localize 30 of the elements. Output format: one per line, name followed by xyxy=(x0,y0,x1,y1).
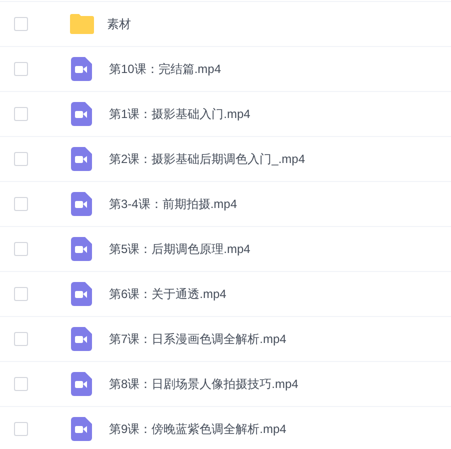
checkbox[interactable] xyxy=(14,62,28,76)
video-file-icon xyxy=(71,282,92,306)
video-file-icon xyxy=(71,57,92,81)
checkbox[interactable] xyxy=(14,17,28,31)
video-file-icon xyxy=(71,192,92,216)
file-name[interactable]: 第5课：后期调色原理.mp4 xyxy=(109,240,250,258)
checkbox[interactable] xyxy=(14,287,28,301)
video-file-icon xyxy=(71,417,92,441)
video-file-icon xyxy=(71,102,92,126)
folder-icon xyxy=(69,13,95,35)
file-name[interactable]: 第9课：傍晚蓝紫色调全解析.mp4 xyxy=(109,420,286,438)
video-file-icon xyxy=(71,147,92,171)
checkbox[interactable] xyxy=(14,242,28,256)
file-name[interactable]: 第6课：关于通透.mp4 xyxy=(109,285,226,303)
file-name[interactable]: 第2课：摄影基础后期调色入门_.mp4 xyxy=(109,150,306,168)
file-name[interactable]: 第1课：摄影基础入门.mp4 xyxy=(109,105,250,123)
file-name[interactable]: 第3-4课：前期拍摄.mp4 xyxy=(109,195,238,213)
checkbox[interactable] xyxy=(14,197,28,211)
file-name[interactable]: 第8课：日剧场景人像拍摄技巧.mp4 xyxy=(109,375,298,393)
video-file-icon xyxy=(71,237,92,261)
video-file-icon xyxy=(71,327,92,351)
checkbox[interactable] xyxy=(14,152,28,166)
file-name[interactable]: 素材 xyxy=(107,15,131,33)
file-name[interactable]: 第7课：日系漫画色调全解析.mp4 xyxy=(109,330,286,348)
video-file-icon xyxy=(71,372,92,396)
file-name[interactable]: 第10课：完结篇.mp4 xyxy=(109,60,222,78)
checkbox[interactable] xyxy=(14,107,28,121)
checkbox[interactable] xyxy=(14,377,28,391)
checkbox[interactable] xyxy=(14,422,28,436)
checkbox[interactable] xyxy=(14,332,28,346)
